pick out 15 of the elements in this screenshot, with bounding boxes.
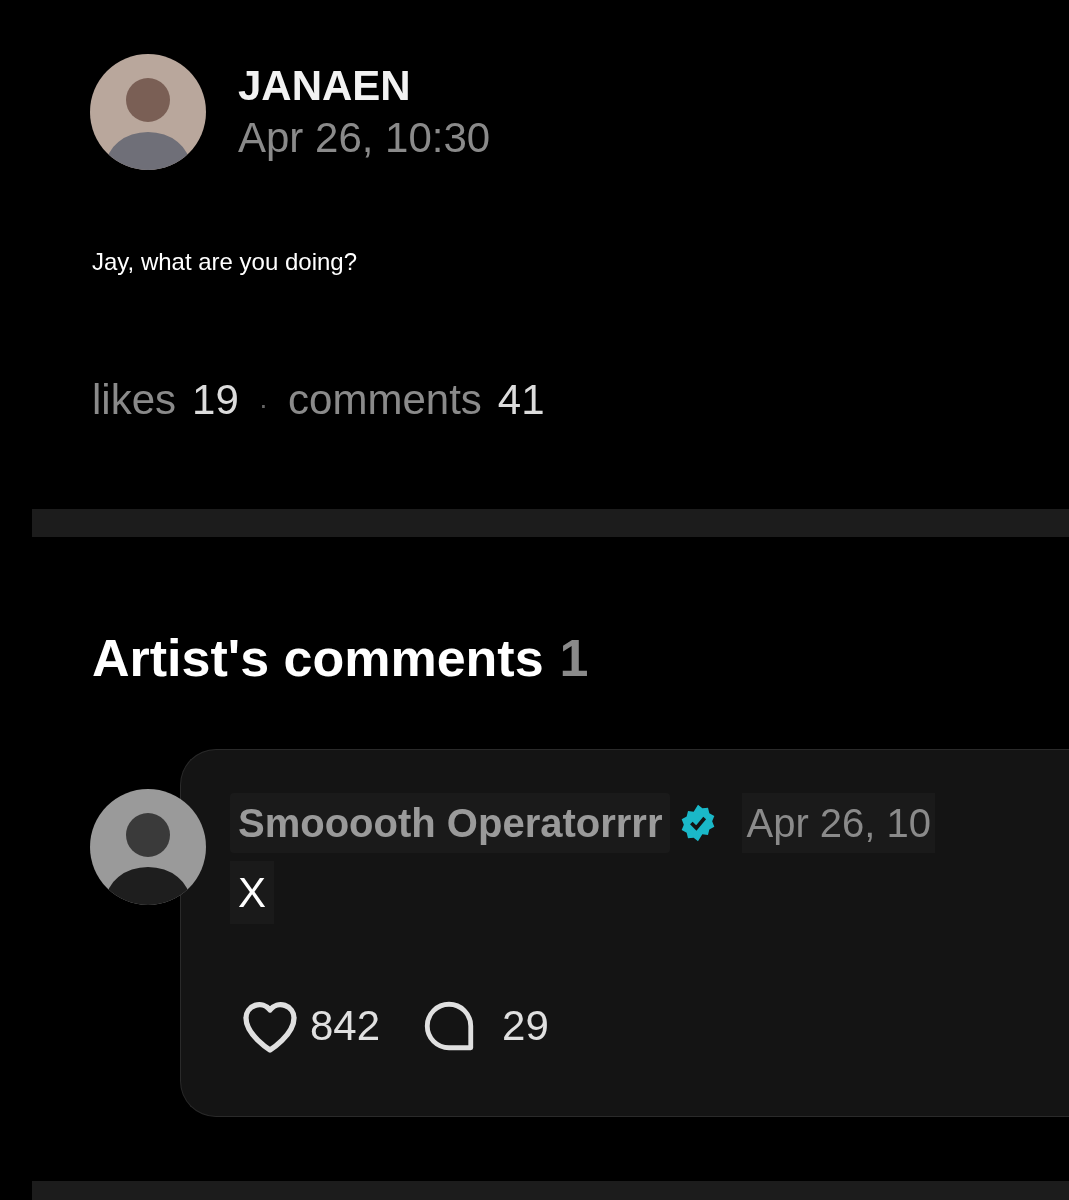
reply-count: 29	[502, 1001, 549, 1051]
separator-dot: ·	[258, 388, 269, 422]
stat-label: comments	[288, 375, 482, 425]
author-name: JANAEN	[238, 60, 412, 111]
post-date: Apr 26, 10:30	[238, 113, 491, 163]
comment-text: X	[230, 861, 274, 924]
comment-date: Apr 26, 10	[742, 793, 936, 853]
stat-count: 19	[192, 375, 239, 425]
stat-count: 41	[497, 375, 545, 425]
section-count: 1	[559, 628, 589, 689]
stat-label: likes	[92, 375, 177, 425]
post-text: Jay, what are you doing?	[91, 247, 359, 277]
section-title: Artist's comments	[92, 628, 544, 689]
commenter-name: Smooooth Operatorrrr	[230, 793, 671, 853]
like-count: 842	[310, 1001, 381, 1051]
